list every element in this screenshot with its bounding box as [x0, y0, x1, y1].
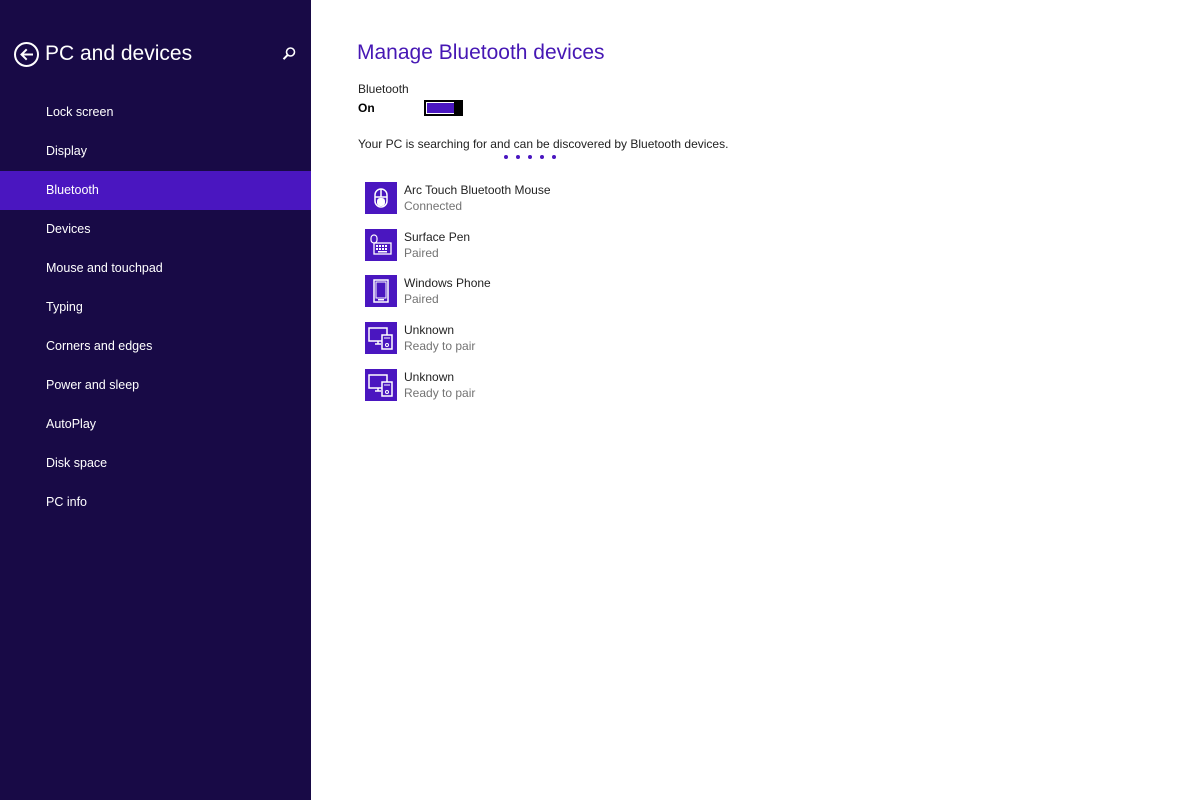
device-name: Windows Phone [404, 276, 491, 291]
device-status: Paired [404, 292, 439, 307]
device-item[interactable]: Unknown Ready to pair [365, 322, 765, 369]
discovery-status-text: Your PC is searching for and can be disc… [358, 137, 729, 151]
toggle-fill [427, 103, 454, 113]
device-name: Surface Pen [404, 229, 471, 244]
bluetooth-state: On [358, 101, 375, 115]
devices-icon [368, 327, 393, 350]
bluetooth-toggle[interactable] [424, 100, 463, 116]
sidebar-item-corners-and-edges[interactable]: Corners and edges [0, 327, 311, 366]
keyboard-mouse-icon [370, 234, 392, 255]
sidebar: PC and devices Lock screen Display Bluet… [0, 0, 311, 800]
main-content: Manage Bluetooth devices Bluetooth On Yo… [311, 0, 1200, 800]
toggle-thumb[interactable] [454, 100, 463, 116]
sidebar-item-disk-space[interactable]: Disk space [0, 444, 311, 483]
sidebar-item-power-and-sleep[interactable]: Power and sleep [0, 366, 311, 405]
device-item[interactable]: Arc Touch Bluetooth Mouse Connected [365, 182, 765, 229]
progress-dot [504, 155, 508, 159]
devices-icon [368, 374, 393, 397]
progress-dot [516, 155, 520, 159]
device-item[interactable]: Unknown Ready to pair [365, 368, 765, 416]
device-name: Unknown [404, 323, 455, 338]
sidebar-item-bluetooth[interactable]: Bluetooth [0, 171, 311, 210]
progress-dot [528, 155, 532, 159]
device-icon-tile [365, 275, 397, 308]
bluetooth-label: Bluetooth [358, 82, 409, 96]
device-icon-tile [365, 322, 397, 355]
device-name: Unknown [404, 369, 455, 384]
sidebar-item-pc-info[interactable]: PC info [0, 483, 311, 522]
phone-icon [373, 279, 389, 304]
sidebar-title: PC and devices [45, 42, 193, 65]
search-icon [282, 47, 296, 60]
device-status: Paired [404, 245, 439, 260]
back-button[interactable] [14, 42, 39, 67]
device-name: Arc Touch Bluetooth Mouse [404, 183, 551, 197]
device-icon-tile [365, 368, 397, 401]
progress-dot [540, 155, 544, 159]
device-status: Ready to pair [404, 339, 476, 354]
sidebar-item-devices[interactable]: Devices [0, 210, 311, 249]
device-icon-tile [365, 228, 397, 261]
sidebar-item-typing[interactable]: Typing [0, 288, 311, 327]
search-button[interactable] [280, 45, 298, 63]
device-status: Ready to pair [404, 385, 476, 400]
sidebar-item-autoplay[interactable]: AutoPlay [0, 405, 311, 444]
back-arrow-icon [20, 48, 33, 61]
sidebar-item-lock-screen[interactable]: Lock screen [0, 93, 311, 132]
device-item[interactable]: Surface Pen Paired [365, 228, 765, 276]
sidebar-nav: Lock screen Display Bluetooth Devices Mo… [0, 93, 311, 522]
device-list: Arc Touch Bluetooth Mouse Connected Surf… [365, 182, 765, 415]
sidebar-item-mouse-and-touchpad[interactable]: Mouse and touchpad [0, 249, 311, 288]
device-icon-tile [365, 182, 397, 214]
page-title: Manage Bluetooth devices [357, 41, 605, 64]
sidebar-item-display[interactable]: Display [0, 132, 311, 171]
device-status: Connected [404, 199, 463, 213]
device-item[interactable]: Windows Phone Paired [365, 275, 765, 322]
mouse-icon [374, 188, 388, 208]
progress-dot [552, 155, 556, 159]
